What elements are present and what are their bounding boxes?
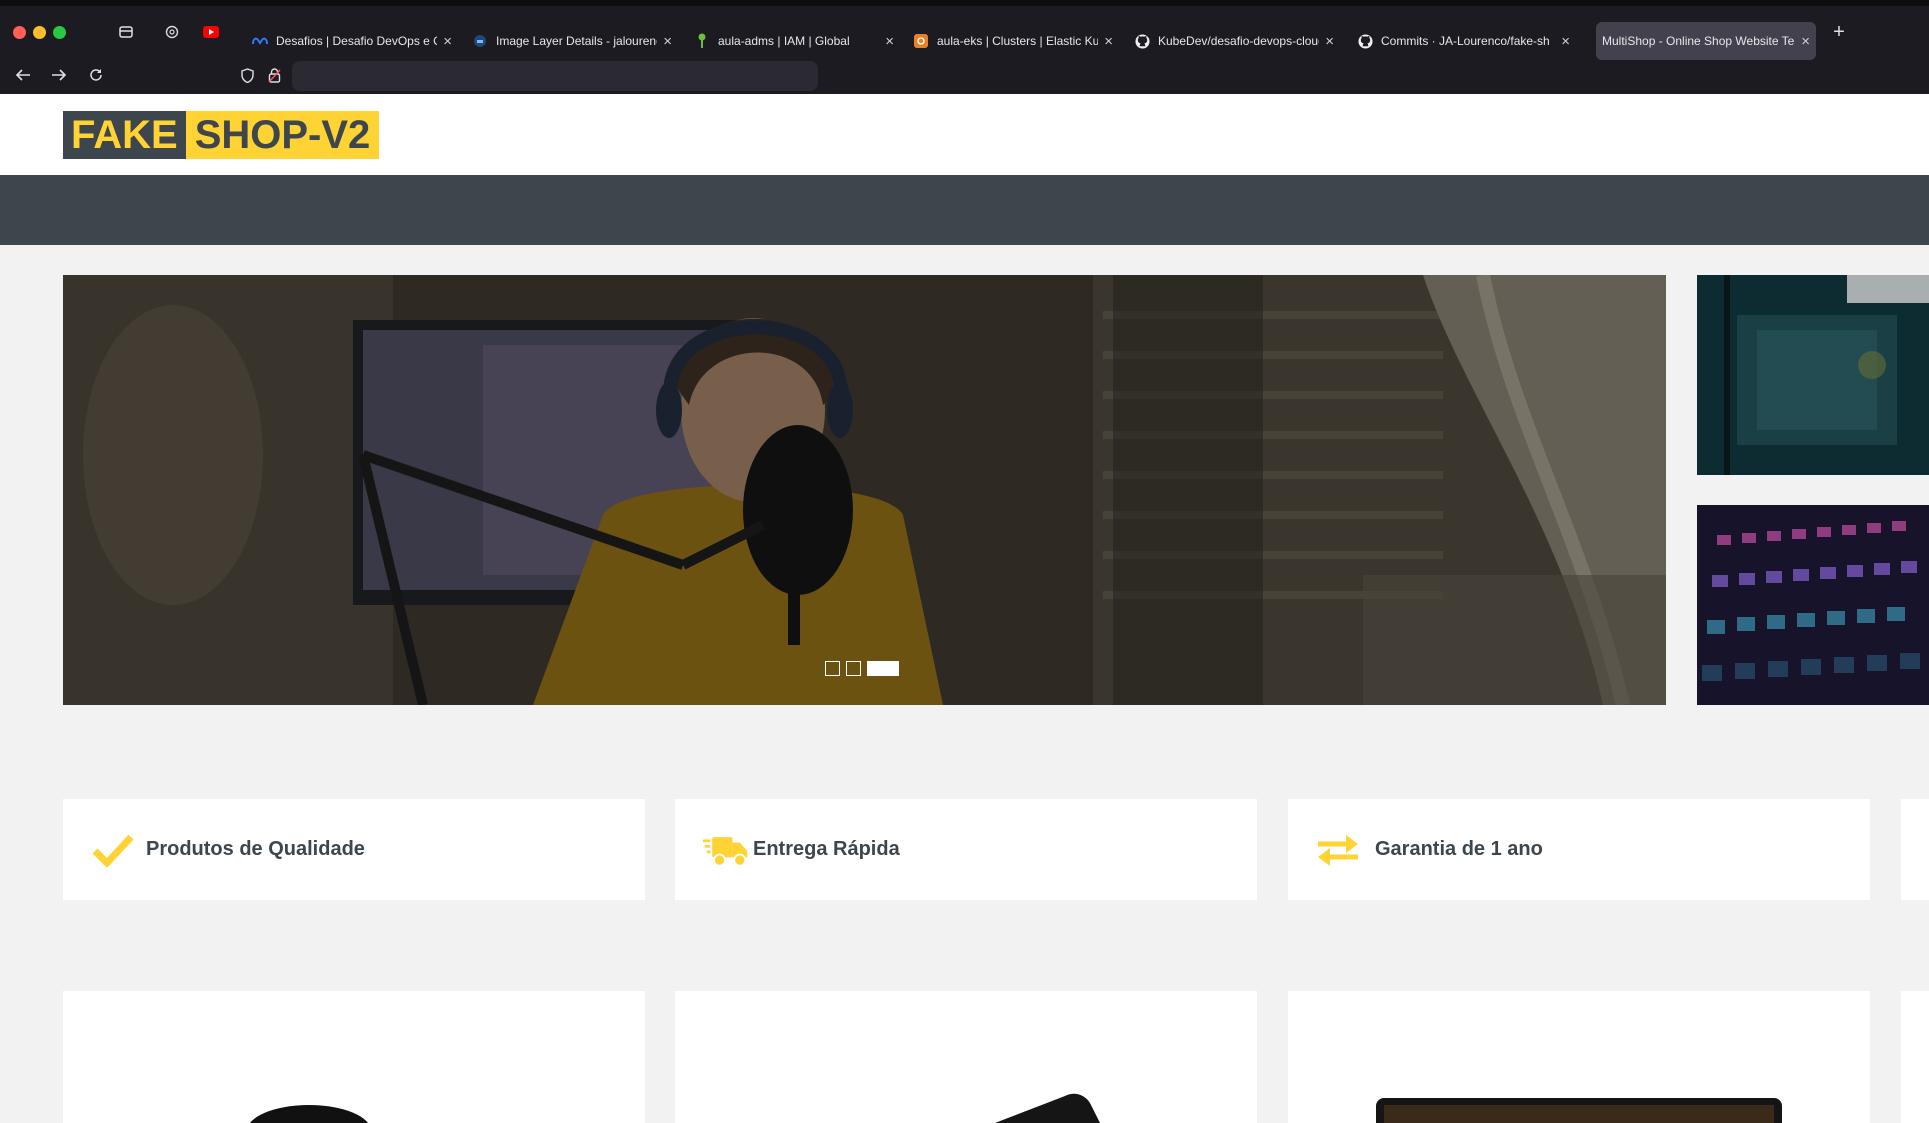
carousel-indicators bbox=[825, 661, 899, 676]
feature-label: Produtos de Qualidade bbox=[146, 838, 365, 860]
close-tab-icon[interactable]: × bbox=[1325, 33, 1334, 50]
offer-image-camera-setup[interactable] bbox=[1697, 275, 1929, 475]
feature-label: Entrega Rápida bbox=[753, 838, 900, 860]
product-card-1[interactable] bbox=[63, 991, 645, 1123]
browser-chrome: Desafios | Desafio DevOps e Clo × Image La… bbox=[0, 0, 1929, 94]
browser-tab[interactable]: MultiShop - Online Shop Website Te × bbox=[1596, 22, 1816, 60]
hero-image-podcaster bbox=[63, 275, 1666, 705]
close-tab-icon[interactable]: × bbox=[885, 33, 894, 50]
camera-setup-image bbox=[1697, 275, 1929, 475]
logo-part-2: SHOP-V2 bbox=[185, 111, 380, 159]
tab-title: Image Layer Details - jalourenco bbox=[496, 34, 658, 48]
rgb-keyboard-image bbox=[1697, 505, 1929, 705]
product-card-3[interactable] bbox=[1288, 991, 1870, 1123]
feature-box-warranty: Garantia de 1 ano bbox=[1288, 799, 1870, 900]
reload-button[interactable] bbox=[85, 65, 107, 85]
close-tab-icon[interactable]: × bbox=[1561, 33, 1570, 50]
navigation-bar-dark bbox=[0, 175, 1929, 245]
close-tab-icon[interactable]: × bbox=[663, 33, 672, 50]
product-image-headphones bbox=[250, 1105, 368, 1123]
tab-title: KubeDev/desafio-devops-cloud bbox=[1158, 34, 1320, 48]
insecure-lock-icon[interactable] bbox=[265, 65, 283, 85]
back-button[interactable] bbox=[12, 65, 34, 85]
carousel-indicator-3[interactable] bbox=[867, 661, 899, 676]
product-card-partial[interactable] bbox=[1901, 991, 1929, 1123]
feature-label: Garantia de 1 ano bbox=[1375, 838, 1543, 860]
web-page: FAKE SHOP-V2 Produtos de Qualidade Entre… bbox=[0, 94, 1929, 1123]
logo-part-1: FAKE bbox=[63, 111, 186, 159]
carousel-indicator-2[interactable] bbox=[846, 661, 861, 676]
feature-box-quality: Produtos de Qualidade bbox=[63, 799, 645, 900]
tab-title: aula-eks | Clusters | Elastic Kube bbox=[937, 34, 1099, 48]
tracking-protection-icon[interactable] bbox=[238, 65, 256, 85]
top-header: FAKE SHOP-V2 bbox=[0, 94, 1929, 175]
aws-icon bbox=[913, 33, 929, 49]
tab-bar: Desafios | Desafio DevOps e Clo × Image La… bbox=[0, 8, 1929, 60]
close-tab-icon[interactable]: × bbox=[1104, 33, 1113, 50]
check-icon bbox=[90, 827, 136, 873]
key-icon bbox=[694, 33, 710, 49]
reload-icon bbox=[90, 69, 102, 81]
tab-title: aula-adms | IAM | Global bbox=[718, 34, 850, 48]
mac-menu-bar bbox=[0, 0, 1929, 6]
close-tab-icon[interactable]: × bbox=[443, 33, 452, 50]
product-image-device bbox=[995, 1093, 1100, 1123]
product-card-2[interactable] bbox=[675, 991, 1257, 1123]
github-icon bbox=[1357, 33, 1373, 49]
meta-icon bbox=[252, 33, 268, 49]
carousel-indicator-1[interactable] bbox=[825, 661, 840, 676]
arrow-right-icon bbox=[52, 69, 67, 81]
feature-box-partial bbox=[1901, 799, 1929, 900]
new-tab-button[interactable]: + bbox=[1829, 20, 1849, 43]
tab-title: MultiShop - Online Shop Website Te bbox=[1602, 34, 1795, 48]
feature-box-shipping: Entrega Rápida bbox=[675, 799, 1257, 900]
tab-title: Commits · JA-Lourenco/fake-sh bbox=[1381, 34, 1550, 48]
github-icon bbox=[1134, 33, 1150, 49]
url-input[interactable] bbox=[292, 61, 818, 91]
close-tab-icon[interactable]: × bbox=[1801, 33, 1810, 50]
arrow-left-icon bbox=[15, 69, 30, 81]
navigation-bar bbox=[0, 56, 1929, 94]
offer-image-keyboard[interactable] bbox=[1697, 505, 1929, 705]
docker-icon bbox=[472, 33, 488, 49]
exchange-arrows-icon bbox=[1315, 827, 1361, 873]
forward-button[interactable] bbox=[48, 65, 70, 85]
shipping-truck-icon bbox=[703, 827, 749, 873]
plus-icon: + bbox=[1833, 20, 1845, 43]
hero-carousel[interactable] bbox=[63, 275, 1666, 705]
site-logo[interactable]: FAKE SHOP-V2 bbox=[63, 111, 380, 159]
tab-title: Desafios | Desafio DevOps e Clo bbox=[276, 34, 438, 48]
product-image-laptop bbox=[1376, 1098, 1782, 1123]
